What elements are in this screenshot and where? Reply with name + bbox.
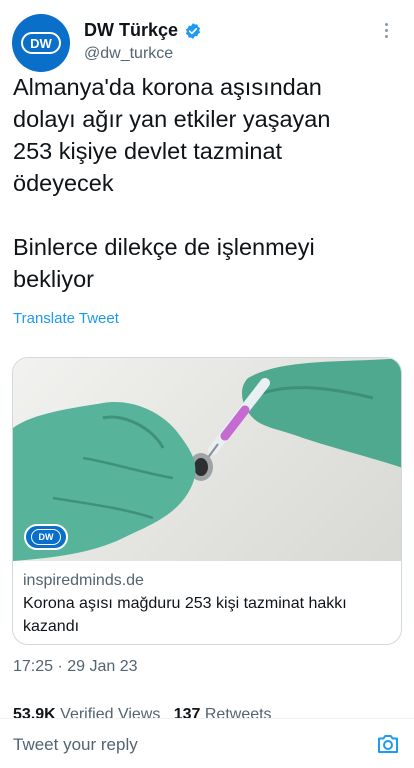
tweet-text-line: bekliyor <box>13 266 94 292</box>
tweet-text-line: Almanya'da korona aşısından <box>13 74 322 100</box>
name-row: DW Türkçe <box>84 20 202 41</box>
card-logo-text: DW <box>31 529 61 545</box>
dw-logo: DW <box>21 32 61 54</box>
verified-badge-icon <box>185 22 201 39</box>
user-handle[interactable]: @dw_turkce <box>84 45 173 63</box>
vaccine-photo <box>13 358 401 561</box>
reply-bar: Tweet your reply <box>0 718 414 768</box>
display-name[interactable]: DW Türkçe <box>84 20 178 41</box>
camera-icon[interactable] <box>376 733 400 755</box>
reply-input[interactable]: Tweet your reply <box>13 735 138 755</box>
tweet-text-line: Binlerce dilekçe de işlenmeyi <box>13 234 315 260</box>
more-vertical-icon[interactable] <box>376 18 396 42</box>
link-card[interactable]: DW inspiredminds.de Korona aşısı mağduru… <box>12 357 402 645</box>
tweet-text: Almanya'da korona aşısından dolayı ağır … <box>13 71 403 295</box>
card-title: Korona aşısı mağduru 253 kişi tazminat h… <box>23 595 347 635</box>
tweet-text-line: ödeyecek <box>13 170 114 196</box>
card-domain: inspiredminds.de <box>23 572 144 589</box>
card-dw-logo: DW <box>24 524 68 550</box>
tweet-text-line: dolayı ağır yan etkiler yaşayan <box>13 106 331 132</box>
translate-tweet-link[interactable]: Translate Tweet <box>13 310 119 327</box>
card-body[interactable]: inspiredminds.de Korona aşısı mağduru 25… <box>13 561 401 638</box>
tweet-text-line: 253 kişiye devlet tazminat <box>13 138 283 164</box>
avatar[interactable]: DW <box>12 14 70 72</box>
tweet-header: DW DW Türkçe @dw_turkce <box>12 12 402 72</box>
tweet-timestamp[interactable]: 17:25 · 29 Jan 23 <box>13 658 138 676</box>
card-image[interactable]: DW <box>13 358 401 561</box>
